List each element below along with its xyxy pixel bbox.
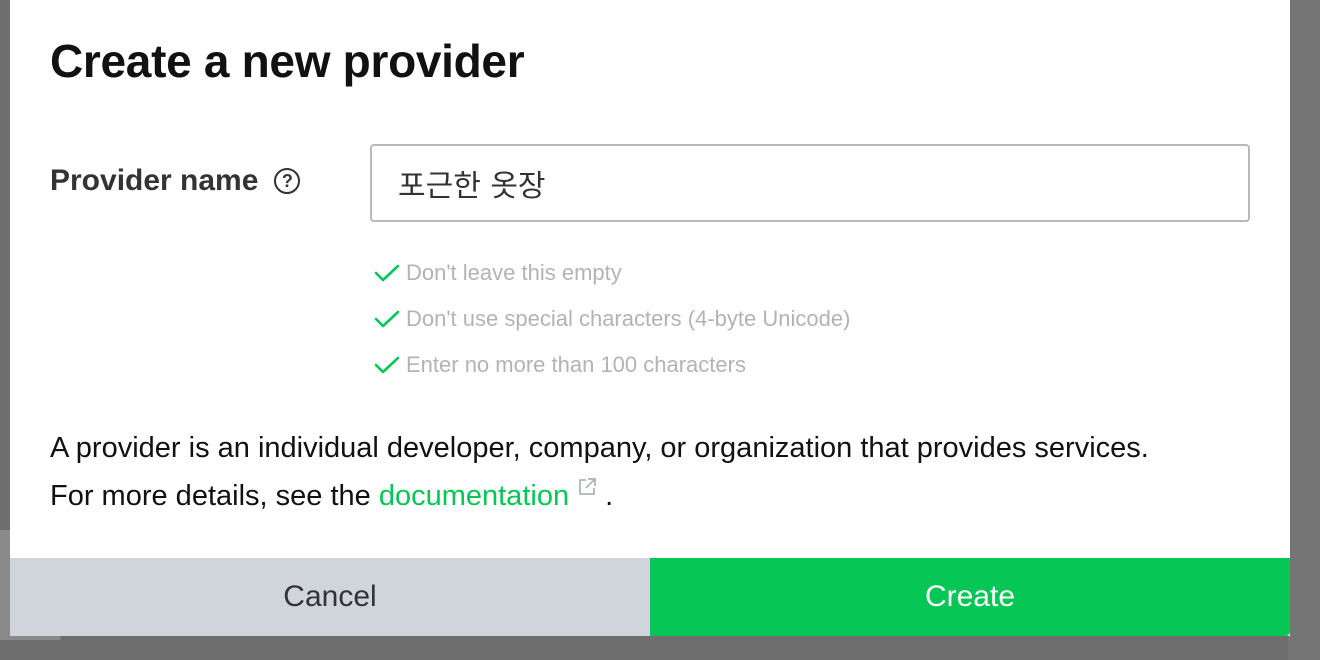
documentation-link[interactable]: documentation bbox=[379, 480, 569, 512]
validation-rules: Don't leave this empty Don't use special… bbox=[374, 250, 850, 388]
provider-description: A provider is an individual developer, c… bbox=[50, 424, 1190, 520]
help-icon[interactable]: ? bbox=[274, 168, 301, 194]
validation-rule: Enter no more than 100 characters bbox=[374, 342, 850, 388]
validation-rule-text: Don't use special characters (4-byte Uni… bbox=[406, 306, 851, 331]
cancel-button[interactable]: Cancel bbox=[10, 558, 650, 636]
check-icon bbox=[374, 310, 400, 328]
description-text: A provider is an individual developer, c… bbox=[50, 432, 1149, 512]
validation-rule-text: Don't leave this empty bbox=[406, 260, 622, 285]
provider-name-label-text: Provider name bbox=[50, 164, 259, 197]
background-panel bbox=[1288, 0, 1320, 660]
create-button[interactable]: Create bbox=[650, 558, 1290, 636]
dialog-footer: Cancel Create bbox=[10, 558, 1290, 636]
dialog-title: Create a new provider bbox=[50, 35, 525, 87]
provider-name-label: Provider name ? bbox=[50, 164, 301, 198]
create-provider-dialog: Create a new provider Provider name ? Do… bbox=[10, 0, 1290, 636]
validation-rule-text: Enter no more than 100 characters bbox=[406, 352, 746, 377]
validation-rule: Don't leave this empty bbox=[374, 250, 850, 296]
provider-name-input[interactable] bbox=[370, 144, 1250, 222]
check-icon bbox=[374, 356, 400, 374]
check-icon bbox=[374, 264, 400, 282]
external-link-icon bbox=[579, 478, 596, 495]
validation-rule: Don't use special characters (4-byte Uni… bbox=[374, 296, 850, 342]
description-period: . bbox=[605, 480, 614, 512]
